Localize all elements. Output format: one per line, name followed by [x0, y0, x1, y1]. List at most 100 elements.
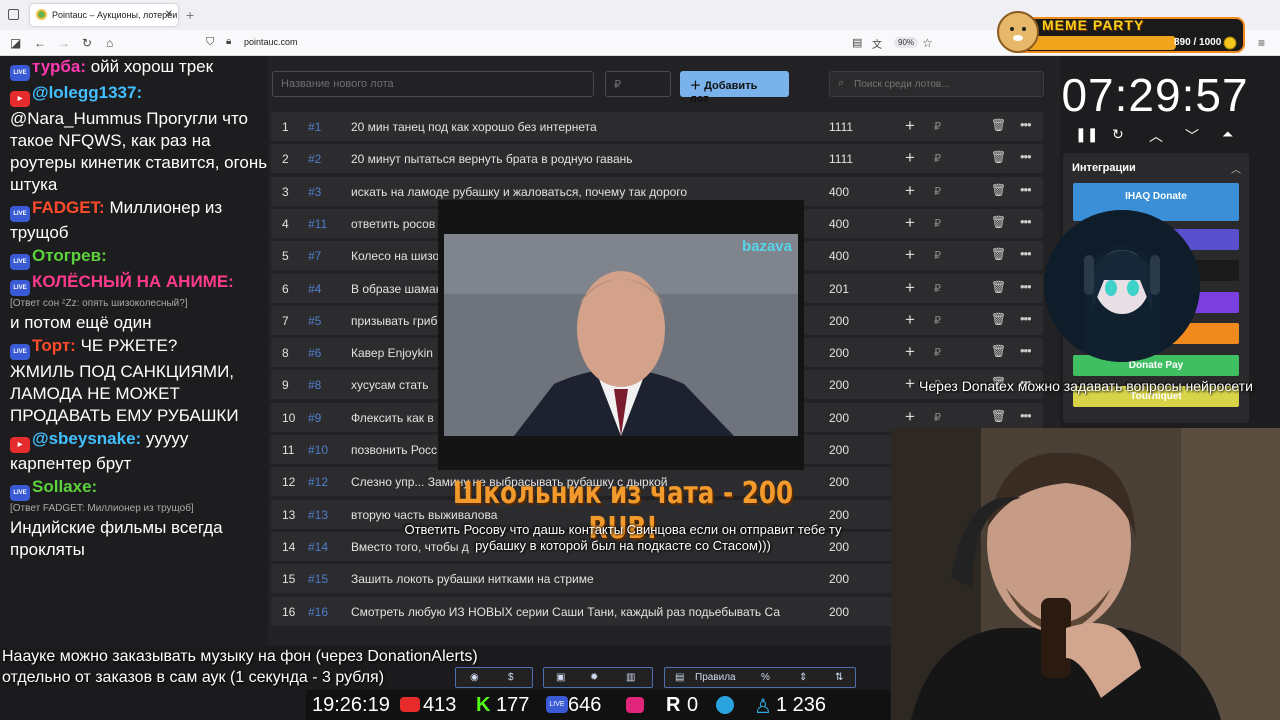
reload-icon[interactable]: ↻ [82, 36, 92, 50]
more-options-icon[interactable]: ••• [1020, 214, 1031, 229]
chevron-down-icon[interactable]: ﹀ [1185, 126, 1199, 146]
delete-lot-icon[interactable]: 🗑︎ [991, 344, 1006, 358]
chat-nick[interactable]: FADGET: [32, 198, 105, 217]
collapse-icon[interactable]: ︿ [1231, 161, 1241, 176]
add-amount-field[interactable]: ₽ [934, 411, 941, 424]
more-options-icon[interactable]: ••• [1020, 149, 1031, 164]
delete-lot-icon[interactable]: 🗑︎ [991, 312, 1006, 326]
add-lot-button[interactable]: ＋ Добавить лот [680, 71, 789, 105]
rules-button[interactable]: Правила [695, 668, 736, 687]
youtube-icon [400, 697, 420, 712]
lot-name[interactable]: Смотреть любую ИЗ НОВЫХ серии Саши Тани,… [351, 605, 801, 619]
chat-text: @Nara_Hummus Прогугли что такое NFQWS, к… [10, 109, 268, 194]
sort-icon[interactable]: ⇅ [835, 668, 843, 687]
url-bar[interactable]: ⛉ 🔒︎ pointauc.com ▤ 文 90% ☆ [200, 33, 940, 53]
reader-view-icon[interactable]: ▤ [852, 36, 862, 49]
menu-icon[interactable]: ≡ [1258, 36, 1265, 50]
chat-nick[interactable]: Отогрев: [32, 246, 107, 265]
save-icon[interactable]: ▣ [556, 668, 565, 687]
url-text[interactable]: pointauc.com [244, 37, 298, 47]
delete-lot-icon[interactable]: 🗑︎ [991, 409, 1006, 423]
video-image [444, 234, 798, 436]
chevron-up-icon[interactable]: ︿ [1149, 126, 1163, 146]
delete-lot-icon[interactable]: 🗑︎ [991, 118, 1006, 132]
delete-lot-icon[interactable]: 🗑︎ [991, 150, 1006, 164]
add-amount-field[interactable]: ₽ [934, 217, 941, 230]
new-tab-icon[interactable]: + [186, 7, 194, 23]
delete-lot-icon[interactable]: 🗑︎ [991, 247, 1006, 261]
chat-nick[interactable]: @sbeysnake: [32, 429, 141, 448]
search-placeholder: Поиск среди лотов... [854, 79, 950, 90]
lot-row[interactable]: 2 #2 20 минут пытаться вернуть брата в род… [271, 144, 1043, 174]
add-amount-field[interactable]: ₽ [934, 346, 941, 359]
bookmark-star-icon[interactable]: ☆ [922, 36, 933, 50]
lot-id: #14 [308, 539, 329, 554]
dollar-icon[interactable]: $ [508, 668, 514, 687]
delete-lot-icon[interactable]: 🗑︎ [991, 215, 1006, 229]
add-to-lot-icon[interactable]: + [905, 116, 915, 136]
lot-search-input[interactable]: ⌕ Поиск среди лотов... [829, 71, 1044, 97]
add-to-lot-icon[interactable]: + [905, 148, 915, 168]
lot-name[interactable]: искать на ламоде рубашку и жаловаться, п… [351, 185, 801, 199]
lot-row[interactable]: 1 #1 20 мин танец под как хорошо без интер… [271, 112, 1043, 141]
add-amount-field[interactable]: ₽ [934, 120, 941, 133]
reset-icon[interactable]: ↻ [1112, 126, 1124, 143]
back-icon[interactable]: ← [34, 36, 46, 50]
tools-group: ▣ ✹ ▥ [543, 667, 653, 688]
lot-number: 16 [282, 604, 296, 619]
chat-nick[interactable]: турба: [32, 57, 86, 76]
lot-id: #10 [308, 443, 329, 457]
add-to-lot-icon[interactable]: + [905, 407, 915, 427]
more-options-icon[interactable]: ••• [1020, 279, 1031, 294]
add-amount-field[interactable]: ₽ [934, 185, 941, 198]
more-options-icon[interactable]: ••• [1020, 408, 1031, 423]
add-amount-field[interactable]: ₽ [934, 152, 941, 165]
extensions-icon[interactable]: ◪ [10, 36, 21, 50]
close-tab-icon[interactable]: ✕ [165, 9, 173, 20]
more-options-icon[interactable]: ••• [1020, 311, 1031, 326]
lot-id: #9 [308, 410, 322, 425]
more-options-icon[interactable]: ••• [1020, 246, 1031, 261]
shield-icon[interactable]: ⛉ [206, 36, 214, 49]
split-icon[interactable]: ⇕ [799, 668, 807, 687]
double-chevron-up-icon[interactable]: ⏶ [1222, 126, 1233, 143]
percent-icon[interactable]: % [761, 668, 770, 687]
chat-nick[interactable]: КОЛЁСНЫЙ НА АНИМЕ: [32, 272, 234, 291]
add-to-lot-icon[interactable]: + [905, 181, 915, 201]
chat-nick[interactable]: Sollaxe: [32, 477, 97, 496]
chat-message: LIVE турба: ойй хорош трек [10, 56, 268, 81]
lot-amount-input[interactable]: ₽ [605, 71, 671, 97]
lot-name[interactable]: 20 мин танец под как хорошо без интернет… [351, 120, 801, 134]
lock-icon[interactable]: 🔒︎ [226, 36, 231, 47]
forward-icon[interactable]: → [58, 36, 70, 50]
video-overlay: bazava [438, 200, 804, 470]
browser-tab[interactable]: Pointauc – Аукционы, лотереи ✕ [30, 4, 178, 26]
pause-icon[interactable]: ❚❚ [1075, 126, 1098, 143]
lot-name[interactable]: 20 минут пытаться вернуть брата в родную… [351, 152, 801, 166]
add-to-lot-icon[interactable]: + [905, 278, 915, 298]
chat-nick[interactable]: Торт: [32, 336, 76, 355]
sidebar-toggle-icon[interactable] [8, 9, 19, 20]
add-to-lot-icon[interactable]: + [905, 310, 915, 330]
lot-name[interactable]: Зашить локоть рубашки нитками на стриме [351, 572, 801, 586]
trash-list-icon[interactable]: ▥ [626, 668, 635, 687]
add-amount-field[interactable]: ₽ [934, 249, 941, 262]
new-lot-input[interactable]: Название нового лота [272, 71, 594, 97]
home-icon[interactable]: ⌂ [106, 36, 113, 50]
delete-lot-icon[interactable]: 🗑︎ [991, 183, 1006, 197]
add-to-lot-icon[interactable]: + [905, 342, 915, 362]
more-options-icon[interactable]: ••• [1020, 182, 1031, 197]
add-amount-field[interactable]: ₽ [934, 282, 941, 295]
bug-icon[interactable]: ✹ [590, 668, 598, 687]
zoom-level[interactable]: 90% [894, 37, 919, 48]
add-amount-field[interactable]: ₽ [934, 314, 941, 327]
add-to-lot-icon[interactable]: + [905, 213, 915, 233]
translate-icon[interactable]: 文 [872, 36, 882, 51]
more-options-icon[interactable]: ••• [1020, 343, 1031, 358]
github-icon[interactable]: ◉ [470, 668, 479, 687]
add-to-lot-icon[interactable]: + [905, 245, 915, 265]
delete-lot-icon[interactable]: 🗑︎ [991, 280, 1006, 294]
add-to-lot-icon[interactable]: + [905, 374, 915, 394]
chat-nick[interactable]: @lolegg1337: [32, 83, 142, 102]
more-options-icon[interactable]: ••• [1020, 117, 1031, 132]
